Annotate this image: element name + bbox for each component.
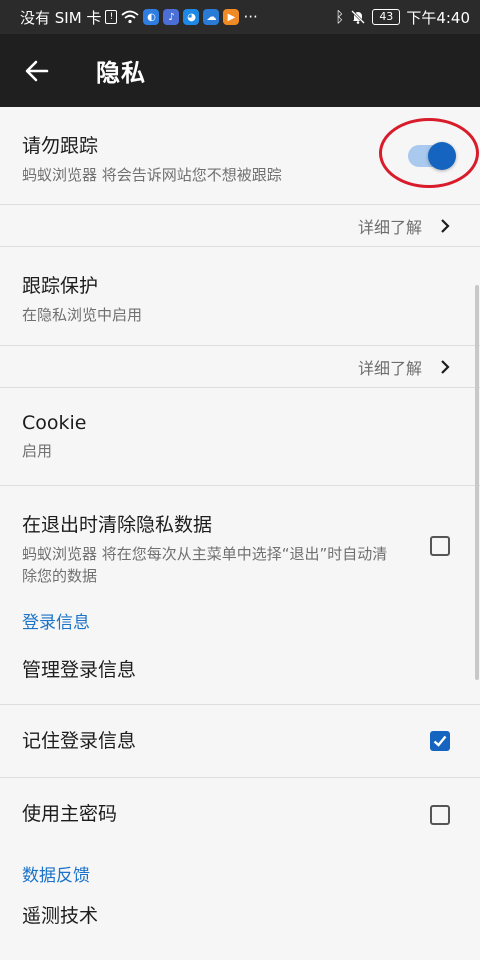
back-button[interactable] — [22, 56, 52, 86]
learn-more-link-2[interactable]: 详细了解 — [0, 346, 480, 388]
scrollbar[interactable] — [475, 285, 479, 680]
alert-icon: ! — [105, 10, 118, 24]
status-bar-right: ᛒ 43 下午4:40 — [335, 7, 470, 28]
cloud-app-icon: ☁ — [203, 9, 220, 25]
feedback-section-header: 数据反馈 — [22, 866, 90, 886]
status-bar-left: 没有 SIM 卡 ! ◐ ♪ ◕ ☁ ▶ ··· — [20, 7, 258, 28]
learn-more-label-2: 详细了解 — [357, 358, 422, 378]
master-password-checkbox[interactable] — [430, 804, 450, 825]
learn-more-link-1[interactable]: 详细了解 — [0, 205, 480, 247]
clear-on-exit-row[interactable]: 在退出时清除隐私数据 蚂蚁浏览器 将在您每次从主菜单中选择“退出”时自动清除您的… — [0, 486, 480, 611]
clock: 下午4:40 — [406, 8, 470, 27]
master-password-row[interactable]: 使用主密码 — [0, 778, 480, 851]
app-bar: 隐私 — [0, 34, 480, 107]
tracking-protection-subtitle: 在隐私浏览中启用 — [22, 306, 143, 324]
video-app-icon: ▶ — [223, 9, 240, 25]
wifi-icon — [121, 10, 140, 24]
app-notification-icon-1: ◐ — [143, 9, 160, 25]
music-app-icon: ♪ — [163, 9, 180, 25]
remember-logins-title: 记住登录信息 — [22, 730, 137, 752]
clear-on-exit-checkbox[interactable] — [430, 536, 450, 556]
chevron-right-icon — [441, 218, 450, 233]
settings-list: 请勿跟踪 蚂蚁浏览器 将会告诉网站您不想被跟踪 详细了解 跟踪保护 在隐私浏览中… — [0, 107, 480, 960]
login-section-header: 登录信息 — [22, 613, 90, 633]
cookie-subtitle: 启用 — [22, 442, 53, 460]
bluetooth-icon: ᛒ — [335, 8, 345, 26]
carrier-label: 没有 SIM 卡 — [20, 8, 102, 27]
more-notifications-icon: ··· — [243, 8, 258, 26]
arrow-left-icon — [25, 60, 49, 81]
remember-logins-checkbox[interactable] — [430, 731, 450, 751]
chevron-right-icon — [441, 359, 450, 374]
tracking-protection-row[interactable]: 跟踪保护 在隐私浏览中启用 — [0, 247, 480, 346]
cookie-row[interactable]: Cookie 启用 — [0, 388, 480, 486]
weibo-app-icon: ◕ — [183, 9, 200, 25]
telemetry-title: 遥测技术 — [22, 905, 99, 927]
learn-more-label-1: 详细了解 — [357, 217, 422, 237]
page-title: 隐私 — [96, 59, 146, 87]
bell-muted-icon — [351, 10, 366, 24]
status-bar: 没有 SIM 卡 ! ◐ ♪ ◕ ☁ ▶ ··· ᛒ 43 下午4:40 — [0, 0, 480, 34]
remember-logins-row[interactable]: 记住登录信息 — [0, 705, 480, 778]
master-password-title: 使用主密码 — [22, 803, 118, 825]
telemetry-row[interactable]: 遥测技术 — [0, 891, 480, 931]
tracking-protection-title: 跟踪保护 — [22, 275, 99, 297]
clear-on-exit-subtitle: 蚂蚁浏览器 将在您每次从主菜单中选择“退出”时自动清除您的数据 — [22, 545, 388, 585]
cookie-title: Cookie — [22, 412, 87, 434]
annotation-highlight-circle — [379, 118, 479, 188]
manage-logins-row[interactable]: 管理登录信息 — [0, 647, 480, 705]
manage-logins-title: 管理登录信息 — [22, 659, 137, 681]
checkmark-icon — [433, 735, 447, 747]
battery-indicator: 43 — [372, 9, 401, 25]
clear-on-exit-title: 在退出时清除隐私数据 — [22, 514, 213, 536]
